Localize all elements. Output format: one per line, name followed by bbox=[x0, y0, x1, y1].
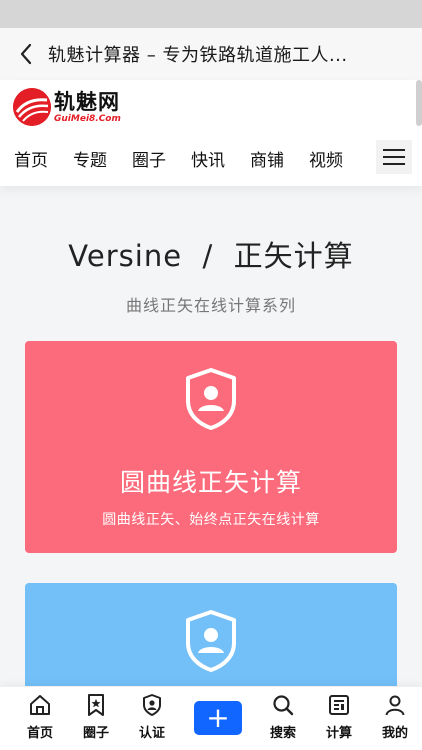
bottom-tab-bar: 首页 圈子 认证 + 搜索 计算 我的 bbox=[0, 686, 422, 750]
logo-mark-icon bbox=[13, 88, 51, 126]
title-bar: 轨魅计算器 – 专为铁路轨道施工人... bbox=[0, 28, 422, 80]
calculator-icon bbox=[329, 695, 349, 715]
scrollbar-thumb[interactable] bbox=[416, 80, 422, 126]
hamburger-icon-line bbox=[383, 156, 405, 158]
shield-user-icon bbox=[143, 694, 161, 716]
page-title: 轨魅计算器 – 专为铁路轨道施工人... bbox=[48, 45, 348, 66]
user-icon bbox=[385, 695, 405, 716]
add-button[interactable]: + bbox=[194, 701, 242, 735]
hero-subtitle: 曲线正矢在线计算系列 bbox=[125, 296, 296, 315]
shield-user-icon bbox=[186, 368, 236, 430]
back-button[interactable] bbox=[4, 28, 48, 80]
tab-circles[interactable]: 圈子 bbox=[71, 693, 121, 741]
logo-text: 轨魅网 bbox=[54, 89, 120, 114]
nav-item-home[interactable]: 首页 bbox=[14, 146, 59, 171]
main-nav: 首页 专题 圈子 快讯 商铺 视频 bbox=[0, 138, 422, 178]
plus-icon: + bbox=[206, 701, 230, 734]
nav-item-news[interactable]: 快讯 bbox=[191, 146, 236, 171]
circular-curve-versine-card[interactable]: 圆曲线正矢计算 圆曲线正矢、始终点正矢在线计算 bbox=[25, 341, 397, 553]
nav-item-topics[interactable]: 专题 bbox=[73, 146, 118, 171]
tab-label: 首页 bbox=[26, 726, 53, 741]
card-description: 圆曲线正矢、始终点正矢在线计算 bbox=[102, 512, 320, 528]
tab-label: 圈子 bbox=[82, 726, 109, 741]
hamburger-icon-line bbox=[383, 149, 405, 151]
home-icon bbox=[30, 695, 50, 715]
shield-user-icon bbox=[186, 610, 236, 672]
tab-label: 认证 bbox=[138, 726, 165, 741]
menu-button[interactable] bbox=[376, 140, 412, 174]
tab-label: 计算 bbox=[325, 726, 352, 741]
card-title: 圆曲线正矢计算 bbox=[119, 468, 302, 497]
site-header: 轨魅网 GuiMei8.Com 首页 专题 圈子 快讯 商铺 视频 bbox=[0, 80, 422, 186]
site-logo[interactable]: 轨魅网 GuiMei8.Com bbox=[13, 86, 121, 128]
nav-item-circles[interactable]: 圈子 bbox=[132, 146, 177, 171]
tab-search[interactable]: 搜索 bbox=[258, 693, 308, 741]
nav-item-video[interactable]: 视频 bbox=[309, 146, 354, 171]
tab-mine[interactable]: 我的 bbox=[370, 693, 420, 741]
status-bar bbox=[0, 0, 422, 28]
tab-calculate[interactable]: 计算 bbox=[314, 693, 364, 741]
tab-verify[interactable]: 认证 bbox=[127, 693, 177, 741]
tab-label: 搜索 bbox=[269, 726, 296, 741]
logo-domain: GuiMei8.Com bbox=[54, 113, 121, 124]
tab-home[interactable]: 首页 bbox=[15, 693, 65, 741]
search-icon bbox=[273, 695, 294, 716]
hero-title: Versine / 正矢计算 bbox=[68, 239, 354, 273]
hamburger-icon-line bbox=[383, 163, 405, 165]
nav-item-shops[interactable]: 商铺 bbox=[250, 146, 295, 171]
chevron-left-icon bbox=[20, 43, 32, 65]
tab-label: 我的 bbox=[381, 726, 408, 741]
bookmark-star-icon bbox=[88, 694, 104, 716]
